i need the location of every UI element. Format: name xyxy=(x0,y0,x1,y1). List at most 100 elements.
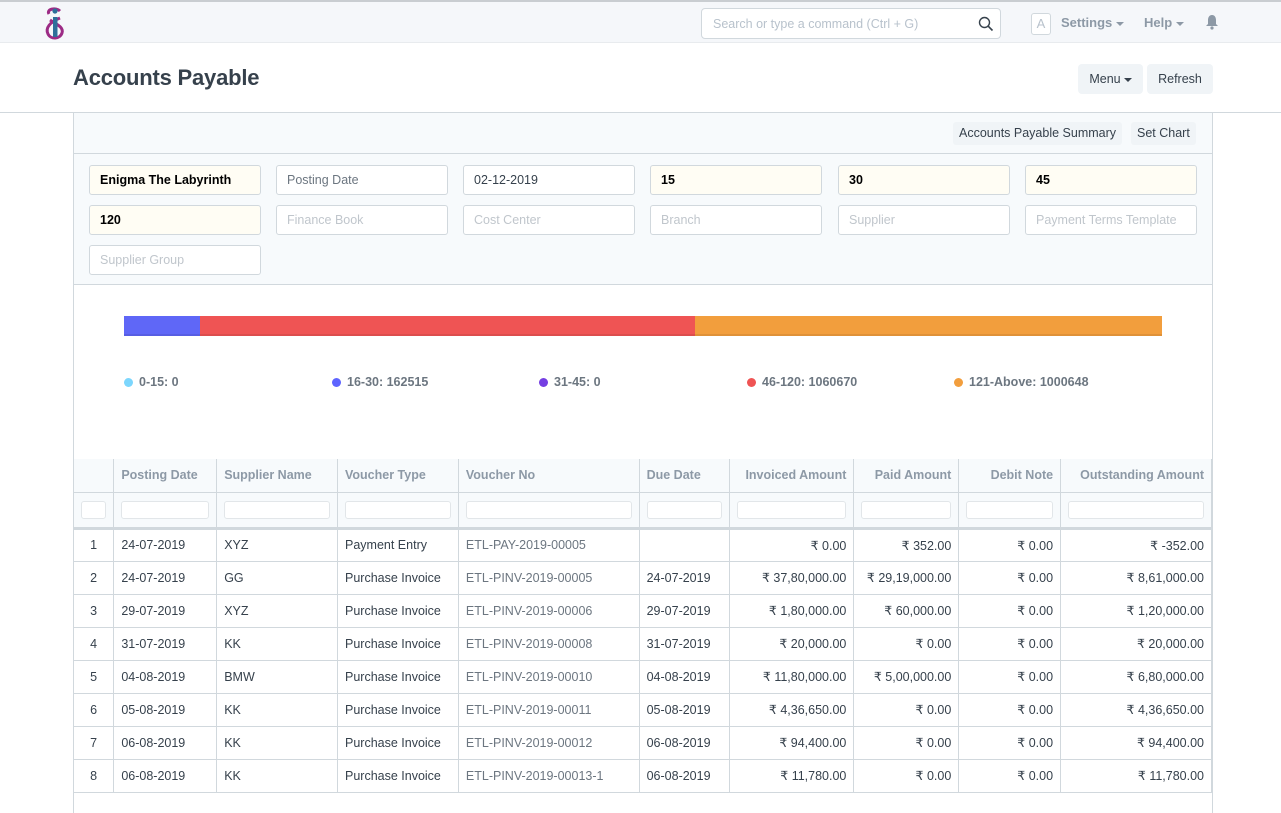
table-row[interactable]: 3 29-07-2019 XYZ Purchase Invoice ETL-PINV-2… xyxy=(74,594,1212,628)
column-header[interactable]: Due Date xyxy=(639,459,731,493)
report-date-input[interactable] xyxy=(464,166,634,194)
avatar[interactable]: A xyxy=(1031,13,1051,35)
finance-book-input[interactable] xyxy=(277,206,447,234)
range4-input[interactable] xyxy=(90,206,260,234)
column-header[interactable]: Voucher Type xyxy=(337,459,459,493)
table-cell: ₹ 0.00 xyxy=(958,693,1062,727)
table-row[interactable]: 2 24-07-2019 GG Purchase Invoice ETL-PINV-20… xyxy=(74,561,1212,595)
column-header[interactable] xyxy=(74,459,115,493)
table-cell: XYZ xyxy=(216,594,338,628)
search-box[interactable] xyxy=(701,8,1001,39)
help-dropdown[interactable]: Help xyxy=(1144,15,1185,30)
range2-input[interactable] xyxy=(839,166,1009,194)
column-header[interactable]: Posting Date xyxy=(113,459,218,493)
table-cell[interactable]: ETL-PINV-2019-00011 xyxy=(458,693,640,727)
table-row[interactable]: 1 24-07-2019 XYZ Payment Entry ETL-PAY-2019-… xyxy=(74,528,1212,562)
table-cell[interactable]: ETL-PAY-2019-00005 xyxy=(458,528,640,562)
table-cell: ₹ 8,61,000.00 xyxy=(1060,561,1212,595)
range3-input[interactable] xyxy=(1026,166,1196,194)
supplier-input[interactable] xyxy=(839,206,1009,234)
column-filter-input[interactable] xyxy=(861,500,952,519)
set-chart-button[interactable]: Set Chart xyxy=(1131,122,1196,145)
range3-field[interactable] xyxy=(1025,165,1197,195)
column-filter-cell xyxy=(216,492,338,530)
table-cell: 31-07-2019 xyxy=(113,627,218,661)
table-cell[interactable]: ETL-PINV-2019-00006 xyxy=(458,594,640,628)
report-date-field[interactable] xyxy=(463,165,635,195)
refresh-button[interactable]: Refresh xyxy=(1147,64,1213,94)
table-cell: 5 xyxy=(74,660,115,694)
app-logo-icon[interactable] xyxy=(42,6,68,40)
range4-field[interactable] xyxy=(89,205,261,235)
accounts-payable-summary-button[interactable]: Accounts Payable Summary xyxy=(953,122,1123,145)
table-cell: 06-08-2019 xyxy=(113,759,218,793)
table-cell[interactable]: ETL-PINV-2019-00005 xyxy=(458,561,640,595)
supplier-group-input[interactable] xyxy=(90,246,260,274)
branch-field[interactable] xyxy=(650,205,822,235)
column-header[interactable]: Outstanding Amount xyxy=(1060,459,1212,493)
cost-center-input[interactable] xyxy=(464,206,634,234)
menu-button[interactable]: Menu xyxy=(1078,64,1143,94)
table-cell: ₹ 11,80,000.00 xyxy=(729,660,855,694)
search-input[interactable] xyxy=(702,9,962,38)
payment-terms-template-field[interactable] xyxy=(1025,205,1197,235)
column-filter-input[interactable] xyxy=(1068,500,1204,519)
company-field[interactable] xyxy=(89,165,261,195)
legend-dot-icon xyxy=(954,377,963,387)
legend-label: 31-45: 0 xyxy=(554,375,601,389)
chevron-down-icon xyxy=(1116,21,1125,26)
bar-segment-121-above[interactable] xyxy=(694,316,1162,336)
column-filter-input[interactable] xyxy=(465,500,632,519)
table-cell: ₹ 20,000.00 xyxy=(729,627,855,661)
column-filter-cell xyxy=(639,492,731,530)
finance-book-field[interactable] xyxy=(276,205,448,235)
ageing-based-on-select[interactable] xyxy=(277,166,447,194)
table-row[interactable]: 4 31-07-2019 KK Purchase Invoice ETL-PINV-20… xyxy=(74,627,1212,661)
table-cell: ₹ 0.00 xyxy=(853,627,960,661)
column-header[interactable]: Paid Amount xyxy=(853,459,960,493)
table-cell: Purchase Invoice xyxy=(337,693,459,727)
cost-center-field[interactable] xyxy=(463,205,635,235)
table-row[interactable]: 6 05-08-2019 KK Purchase Invoice ETL-PINV-20… xyxy=(74,693,1212,727)
table-cell[interactable]: ETL-PINV-2019-00012 xyxy=(458,726,640,760)
column-header[interactable]: Debit Note xyxy=(958,459,1062,493)
percentage-bar xyxy=(124,316,1162,336)
table-cell: ₹ 0.00 xyxy=(958,561,1062,595)
bar-segment-16-30[interactable] xyxy=(124,316,200,336)
table-cell[interactable]: ETL-PINV-2019-00010 xyxy=(458,660,640,694)
table-row[interactable]: 5 04-08-2019 BMW Purchase Invoice ETL-PINV-2… xyxy=(74,660,1212,694)
column-filter-input[interactable] xyxy=(966,500,1054,519)
column-filter-input[interactable] xyxy=(224,500,330,519)
supplier-field[interactable] xyxy=(838,205,1010,235)
table-row[interactable]: 7 06-08-2019 KK Purchase Invoice ETL-PINV-20… xyxy=(74,726,1212,760)
table-cell: GG xyxy=(216,561,338,595)
range1-input[interactable] xyxy=(651,166,821,194)
column-filter-input[interactable] xyxy=(81,500,107,519)
branch-input[interactable] xyxy=(651,206,821,234)
bar-segment-46-120[interactable] xyxy=(199,316,695,336)
column-filter-row xyxy=(74,492,1212,530)
table-cell: ₹ 0.00 xyxy=(958,660,1062,694)
payment-terms-template-input[interactable] xyxy=(1026,206,1196,234)
search-icon[interactable] xyxy=(978,16,994,32)
range2-field[interactable] xyxy=(838,165,1010,195)
column-header[interactable]: Voucher No xyxy=(458,459,640,493)
settings-dropdown[interactable]: Settings xyxy=(1061,15,1125,30)
table-cell[interactable]: ETL-PINV-2019-00008 xyxy=(458,627,640,661)
column-filter-input[interactable] xyxy=(737,500,847,519)
table-cell: KK xyxy=(216,627,338,661)
notification-bell-icon[interactable] xyxy=(1205,14,1219,30)
range1-field[interactable] xyxy=(650,165,822,195)
company-input[interactable] xyxy=(90,166,260,194)
table-cell: ₹ 0.00 xyxy=(958,594,1062,628)
column-header[interactable]: Invoiced Amount xyxy=(729,459,855,493)
supplier-group-field[interactable] xyxy=(89,245,261,275)
column-filter-input[interactable] xyxy=(646,500,723,519)
table-row[interactable]: 8 06-08-2019 KK Purchase Invoice ETL-PINV-20… xyxy=(74,759,1212,793)
ageing-based-on-field[interactable] xyxy=(276,165,448,195)
table-cell[interactable]: ETL-PINV-2019-00013-1 xyxy=(458,759,640,793)
legend-item: 16-30: 162515 xyxy=(332,375,428,389)
column-filter-input[interactable] xyxy=(121,500,210,519)
column-header[interactable]: Supplier Name xyxy=(216,459,338,493)
column-filter-input[interactable] xyxy=(345,500,451,519)
